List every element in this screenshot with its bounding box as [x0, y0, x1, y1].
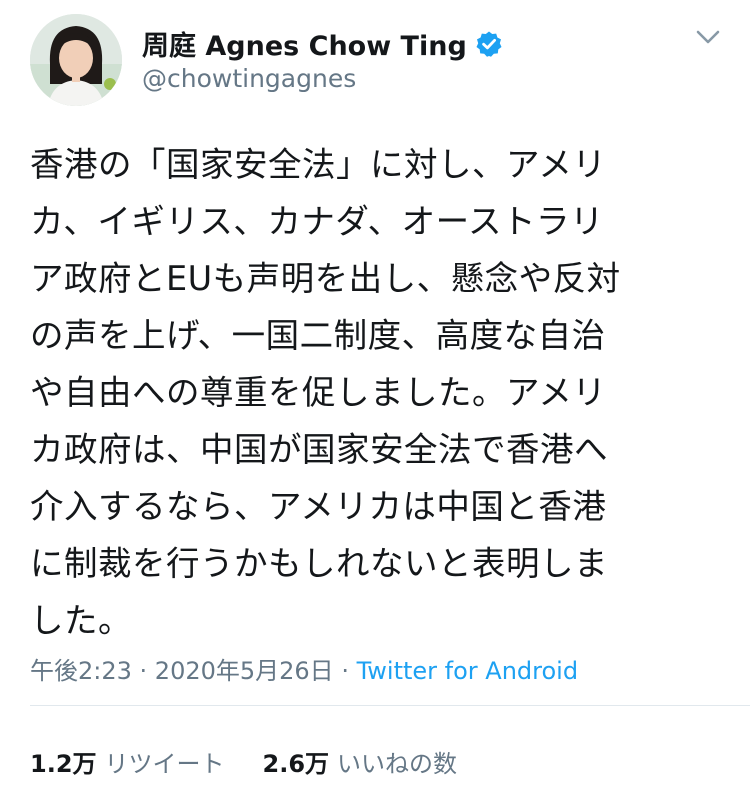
tweet-source-link[interactable]: Twitter for Android — [357, 657, 578, 685]
tweet-time: 午後2:23 — [30, 657, 132, 685]
meta-separator: · — [131, 657, 155, 685]
likes-stat[interactable]: 2.6万 いいねの数 — [263, 750, 458, 778]
avatar[interactable] — [30, 14, 122, 106]
tweet-meta: 午後2:23 · 2020年5月26日 · Twitter for Androi… — [30, 651, 578, 686]
verified-badge-icon — [475, 30, 503, 58]
author-handle[interactable]: @chowtingagnes — [142, 64, 356, 93]
retweets-stat[interactable]: 1.2万 リツイート — [30, 750, 225, 778]
likes-label: いいねの数 — [337, 750, 458, 778]
tweet-text: 香港の「国家安全法」に対し、アメリ カ、イギリス、カナダ、オーストラリ ア政府と… — [30, 145, 621, 640]
tweet-stats: 1.2万 リツイート 2.6万 いいねの数 — [30, 744, 457, 779]
tweet-date: 2020年5月26日 — [154, 657, 334, 685]
likes-count: 2.6万 — [262, 750, 330, 778]
retweets-count: 1.2万 — [30, 750, 97, 778]
author-name-row[interactable]: 周庭 Agnes Chow Ting — [142, 24, 503, 63]
retweets-label: リツイート — [104, 750, 225, 778]
avatar-photo — [30, 14, 122, 106]
meta-separator: · — [333, 657, 357, 685]
author-display-name[interactable]: 周庭 Agnes Chow Ting — [142, 24, 467, 63]
chevron-down-icon[interactable] — [693, 26, 723, 50]
divider — [30, 705, 750, 706]
